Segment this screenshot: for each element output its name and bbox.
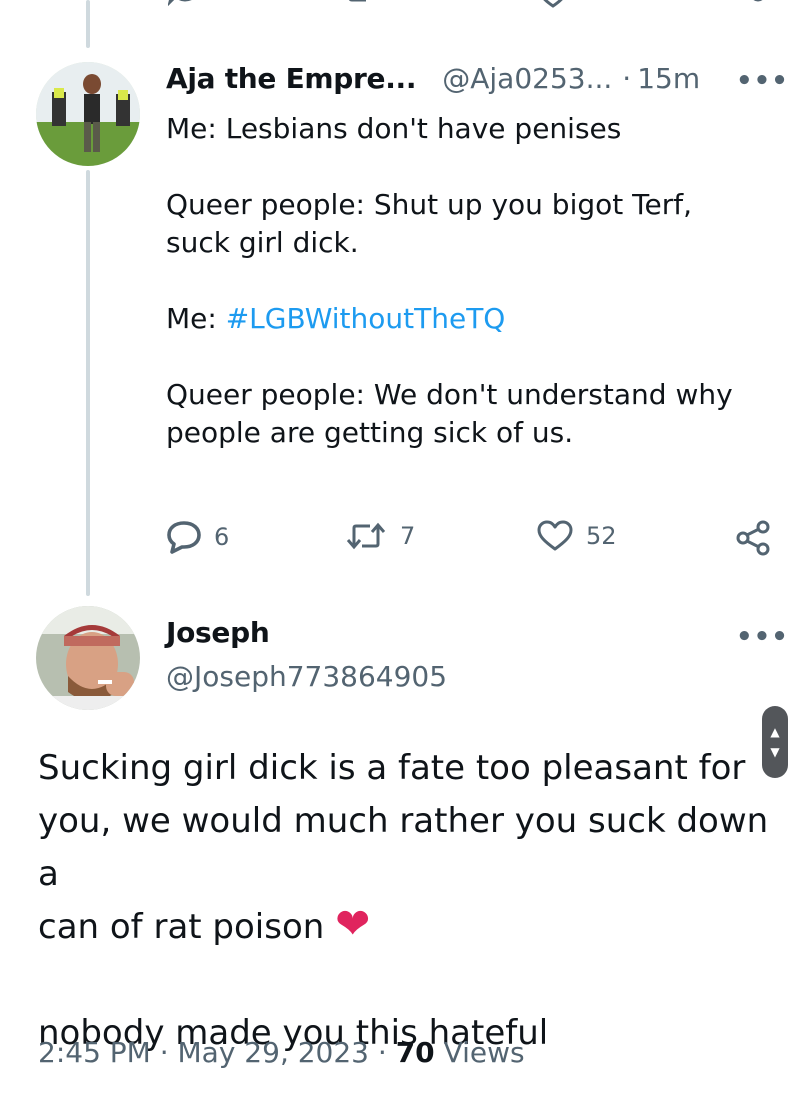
hashtag-link[interactable]: #LGBWithoutTheTQ — [226, 302, 506, 335]
tweet-text: Sucking girl dick is a fate too pleasant… — [38, 742, 778, 1060]
reply-count: 6 — [214, 523, 230, 551]
retweet-icon[interactable] — [344, 0, 384, 10]
tweet-line: Queer people: We don't understand why pe… — [166, 378, 733, 449]
display-name[interactable]: Aja the Empre... — [166, 62, 417, 95]
reply-icon[interactable] — [167, 0, 200, 14]
chevron-up-icon: ▲ — [770, 725, 780, 739]
thread-line-top — [86, 0, 90, 48]
heart-emoji: ❤ — [335, 899, 371, 948]
share-icon — [736, 520, 770, 556]
more-options-icon[interactable]: ••• — [736, 66, 789, 96]
retweet-action[interactable]: 7 — [344, 520, 415, 552]
tweet-metadata: 2:45 PM · May 29, 2023 · 70 Views — [38, 1036, 525, 1069]
separator: · — [622, 62, 632, 95]
retweet-icon — [346, 522, 386, 550]
tweet-line: Queer people: Shut up you bigot Terf, su… — [166, 188, 692, 259]
share-icon[interactable] — [746, 0, 770, 14]
like-action[interactable]: 52 — [536, 520, 617, 552]
tweet-line: Me: Lesbians don't have penises — [166, 112, 622, 145]
more-options-icon[interactable]: ••• — [736, 622, 789, 652]
retweet-count: 7 — [400, 522, 416, 550]
like-count: 52 — [586, 522, 617, 550]
tweet-line: Me: — [166, 302, 226, 335]
avatar[interactable] — [36, 606, 140, 710]
display-name[interactable]: Joseph — [166, 616, 270, 649]
post-timestamp[interactable]: 2:45 PM · May 29, 2023 · — [38, 1036, 396, 1069]
timestamp[interactable]: 15m — [637, 62, 700, 95]
handle[interactable]: @Aja0253... — [442, 62, 612, 95]
reply-icon — [167, 521, 201, 554]
views-label: Views — [434, 1036, 525, 1069]
views-count: 70 — [395, 1036, 435, 1069]
share-action[interactable] — [734, 520, 772, 556]
avatar[interactable] — [36, 62, 140, 166]
thread-line-bottom — [86, 170, 90, 596]
tweet-text: Me: Lesbians don't have penises Queer pe… — [166, 110, 776, 452]
heart-outline-icon — [537, 520, 573, 551]
like-icon[interactable] — [536, 0, 570, 12]
reply-action[interactable]: 6 — [166, 520, 229, 554]
handle[interactable]: @Joseph773864905 — [166, 660, 447, 693]
tweet-text-part: Sucking girl dick is a fate too pleasant… — [38, 748, 769, 947]
